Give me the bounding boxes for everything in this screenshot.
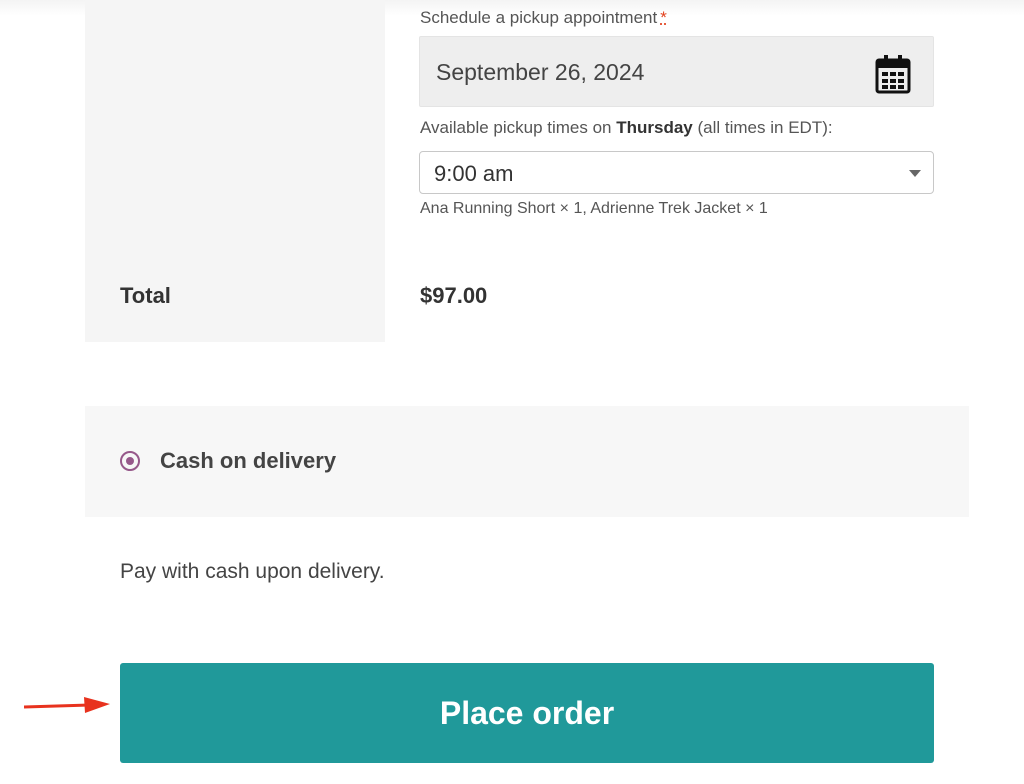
- arrow-right-icon: [24, 697, 110, 713]
- payment-method-label[interactable]: Cash on delivery: [160, 448, 336, 474]
- pickup-date-input[interactable]: September 26, 2024: [419, 36, 934, 107]
- order-items-summary: Ana Running Short × 1, Adrienne Trek Jac…: [420, 200, 768, 217]
- pickup-schedule-label: Schedule a pickup appointment *: [420, 8, 667, 28]
- radio-selected-icon[interactable]: [120, 451, 140, 471]
- required-mark: *: [660, 8, 667, 27]
- pickup-times-caption-suffix: (all times in EDT):: [692, 118, 833, 137]
- payment-method-description: Pay with cash upon delivery.: [120, 560, 385, 583]
- place-order-button[interactable]: Place order: [120, 663, 934, 763]
- pickup-schedule-label-text: Schedule a pickup appointment: [420, 8, 658, 27]
- chevron-down-icon: [909, 170, 921, 177]
- pickup-times-caption: Available pickup times on Thursday (all …: [420, 118, 833, 138]
- pickup-day: Thursday: [616, 118, 693, 137]
- payment-method-option[interactable]: Cash on delivery: [85, 406, 969, 517]
- total-value: $97.00: [420, 283, 488, 308]
- pickup-time-value: 9:00 am: [434, 161, 514, 186]
- pickup-date-value: September 26, 2024: [436, 59, 645, 85]
- calendar-icon[interactable]: [875, 54, 911, 94]
- total-label: Total: [120, 283, 171, 308]
- pickup-time-select[interactable]: 9:00 am: [419, 151, 934, 194]
- pickup-times-caption-prefix: Available pickup times on: [420, 118, 617, 137]
- radio-dot: [126, 457, 134, 465]
